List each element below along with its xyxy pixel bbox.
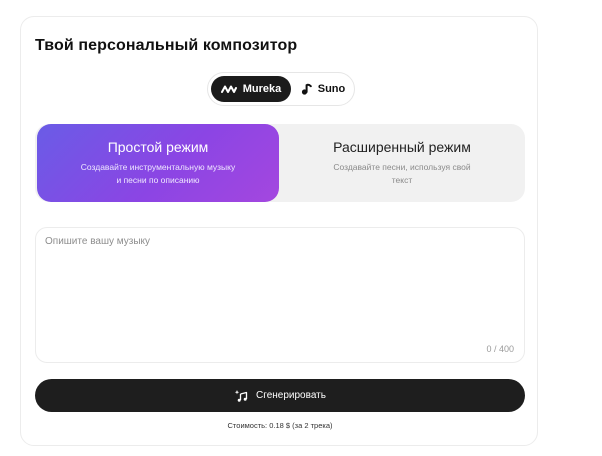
engine-mureka-label: Mureka <box>242 83 282 95</box>
composer-card: Твой персональный композитор Mureka Suno… <box>20 16 538 446</box>
mode-switch: Простой режим Создавайте инструментальну… <box>35 124 525 202</box>
generate-button[interactable]: Сгенерировать <box>35 379 525 412</box>
mode-advanced-tab[interactable]: Расширенный режим Создавайте песни, испо… <box>279 124 525 202</box>
music-description-input[interactable] <box>36 228 524 362</box>
mode-simple-title: Простой режим <box>107 139 209 155</box>
mode-advanced-title: Расширенный режим <box>333 139 471 155</box>
engine-suno-button[interactable]: Suno <box>294 76 352 102</box>
music-description-box: 0 / 400 <box>35 227 525 363</box>
mode-advanced-description: Создавайте песни, используя свой текст <box>333 162 471 185</box>
cost-text: Стоимость: 0.18 $ (за 2 трека) <box>227 421 333 430</box>
engine-switch: Mureka Suno <box>207 72 355 106</box>
music-sparkle-icon <box>234 389 248 403</box>
character-counter: 0 / 400 <box>486 344 514 354</box>
generate-button-label: Сгенерировать <box>256 390 326 401</box>
mode-simple-description: Создавайте инструментальную музыку и пес… <box>80 162 236 185</box>
mureka-logo-icon <box>220 84 237 94</box>
suno-logo-icon <box>301 83 312 95</box>
engine-suno-label: Suno <box>317 83 346 95</box>
engine-mureka-button[interactable]: Mureka <box>211 76 291 102</box>
mode-simple-tab[interactable]: Простой режим Создавайте инструментальну… <box>37 124 279 202</box>
page-title: Твой персональный композитор <box>35 37 298 54</box>
